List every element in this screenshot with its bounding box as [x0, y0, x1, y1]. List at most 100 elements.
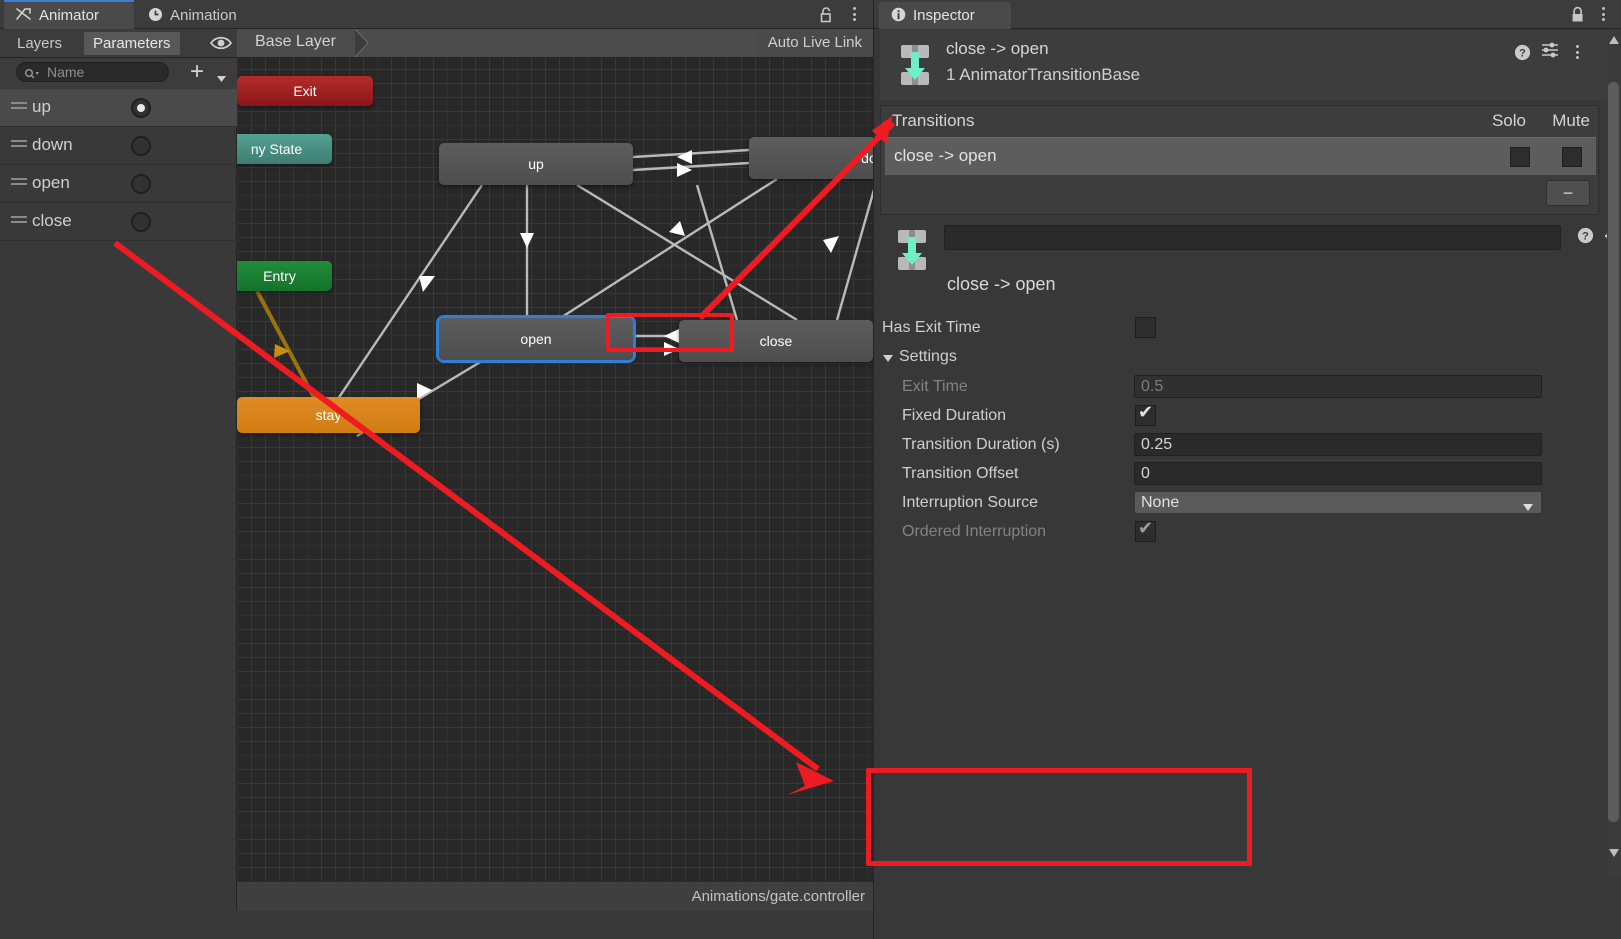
state-node-label: close	[759, 333, 793, 349]
help-icon[interactable]: ?	[1577, 227, 1594, 244]
parameter-name: open	[32, 173, 70, 192]
interruption-source-dropdown[interactable]: None	[1134, 491, 1542, 514]
state-node-label: stay	[315, 407, 342, 423]
svg-text:?: ?	[1582, 231, 1589, 243]
state-node-up[interactable]: up	[439, 143, 633, 185]
property-label: Has Exit Time	[882, 319, 981, 336]
parameter-trigger-toggle[interactable]	[131, 98, 151, 118]
chevron-down-icon[interactable]	[1522, 499, 1534, 517]
property-label: Fixed Duration	[902, 407, 1007, 424]
inspector-tabstrip: Inspector	[874, 0, 1621, 29]
state-node-any-state[interactable]: ny State	[237, 134, 332, 164]
component-menu-icon[interactable]	[1569, 43, 1585, 61]
animator-menu-icon[interactable]	[846, 5, 862, 23]
transitions-header: Transitions Solo Mute	[881, 106, 1598, 136]
solo-column-label: Solo	[1491, 111, 1526, 130]
search-icon	[24, 67, 40, 85]
scroll-down-icon[interactable]	[1608, 845, 1620, 863]
tab-animator-label: Animator	[39, 7, 100, 24]
parameter-row-close[interactable]: close	[0, 203, 237, 241]
fixed-duration-checkbox[interactable]	[1135, 402, 1156, 426]
chevron-down-icon[interactable]	[882, 350, 894, 368]
transition-name-input[interactable]	[944, 225, 1561, 250]
property-transition-duration: Transition Duration (s) 0.25	[874, 432, 1609, 461]
graph-status-bar: Animations/gate.controller	[237, 881, 874, 911]
transition-list-item[interactable]: close -> open	[885, 137, 1596, 175]
property-label: Interruption Source	[902, 494, 1039, 511]
lock-open-icon[interactable]	[820, 6, 834, 23]
state-node-label: ny State	[250, 141, 303, 157]
help-icon[interactable]: ?	[1514, 44, 1531, 61]
parameter-trigger-toggle[interactable]	[131, 212, 151, 232]
tab-inspector[interactable]: Inspector	[879, 0, 1011, 29]
annotation-highlight-transition	[606, 313, 734, 352]
info-icon	[891, 7, 906, 25]
drag-handle-icon[interactable]	[11, 102, 27, 111]
parameter-name: down	[32, 135, 73, 154]
property-label: Exit Time	[902, 378, 968, 395]
property-label: Transition Offset	[902, 465, 1019, 482]
parameter-row-up[interactable]: up	[0, 89, 237, 127]
parameter-trigger-toggle[interactable]	[131, 174, 151, 194]
drag-handle-icon[interactable]	[11, 178, 27, 187]
parameter-row-down[interactable]: down	[0, 127, 237, 165]
preset-icon[interactable]	[1541, 41, 1559, 63]
mute-column-label: Mute	[1552, 111, 1590, 130]
transition-solo-checkbox[interactable]	[1510, 147, 1530, 167]
inspector-header-tools: ?	[1514, 41, 1585, 63]
subtab-layers[interactable]: Layers	[8, 32, 71, 55]
settings-label: Settings	[899, 348, 957, 365]
parameter-name: close	[32, 211, 72, 230]
annotation-highlight-conditions	[866, 768, 1252, 866]
state-node-label: open	[520, 331, 552, 347]
inspector-scrollbar[interactable]	[1607, 30, 1621, 878]
parameter-name: up	[32, 97, 51, 116]
transition-duration-input[interactable]: 0.25	[1134, 433, 1542, 456]
property-transition-offset: Transition Offset 0	[874, 461, 1609, 490]
inspector-subtitle: 1 AnimatorTransitionBase	[946, 65, 1141, 84]
drag-handle-icon[interactable]	[11, 140, 27, 149]
transition-icon	[894, 42, 936, 86]
breadcrumb[interactable]: Base Layer	[255, 33, 336, 51]
animator-state-graph[interactable]: .e{stroke:#b9b9b9;stroke-width:2.4;fill:…	[237, 58, 874, 881]
ordered-interruption-checkbox[interactable]	[1135, 518, 1156, 542]
state-node-open[interactable]: open	[439, 318, 633, 360]
tab-animation-label: Animation	[170, 7, 237, 24]
subtab-parameters[interactable]: Parameters	[84, 32, 180, 55]
property-interruption-source: Interruption Source None	[874, 490, 1609, 519]
eye-icon[interactable]	[207, 33, 235, 55]
auto-live-link-button[interactable]: Auto Live Link	[755, 29, 874, 57]
inspector-menu-icon[interactable]	[1595, 5, 1611, 23]
property-ordered-interruption: Ordered Interruption	[874, 518, 1609, 548]
state-node-exit[interactable]: Exit	[237, 76, 373, 106]
state-node-down[interactable]: dow	[749, 137, 874, 179]
has-exit-time-checkbox[interactable]	[1135, 317, 1156, 338]
inspector-header: close -> open 1 AnimatorTransitionBase ?	[880, 30, 1615, 100]
remove-transition-button[interactable]: −	[1546, 180, 1590, 206]
parameter-trigger-toggle[interactable]	[131, 136, 151, 156]
scroll-up-icon[interactable]	[1608, 32, 1620, 50]
tab-animator[interactable]: Animator	[4, 0, 134, 29]
controller-path-label: Animations/gate.controller	[691, 888, 865, 905]
parameters-panel: Name + up down open close	[0, 58, 237, 939]
tab-animation[interactable]: Animation	[136, 2, 276, 29]
inspector-title: close -> open	[946, 39, 1049, 58]
lock-closed-icon[interactable]	[1571, 6, 1585, 22]
parameter-row-open[interactable]: open	[0, 165, 237, 203]
state-node-entry[interactable]: Entry	[237, 261, 332, 291]
drag-handle-icon[interactable]	[11, 216, 27, 225]
transition-mute-checkbox[interactable]	[1562, 147, 1582, 167]
chevron-right-icon	[354, 28, 379, 58]
property-exit-time: Exit Time 0.5	[874, 374, 1609, 403]
transition-offset-input[interactable]: 0	[1134, 462, 1542, 485]
tab-inspector-label: Inspector	[913, 7, 975, 24]
clock-icon	[148, 7, 163, 25]
add-parameter-button[interactable]: +	[190, 60, 204, 84]
state-node-stay[interactable]: stay	[237, 397, 420, 433]
inspector-scrollbar-thumb[interactable]	[1608, 82, 1619, 822]
settings-foldout[interactable]: Settings	[874, 344, 1609, 373]
exit-time-input[interactable]: 0.5	[1134, 375, 1542, 398]
transition-detail-name: close -> open	[947, 274, 1056, 294]
chevron-down-icon[interactable]	[216, 70, 228, 88]
tab-active-accent	[4, 0, 134, 2]
